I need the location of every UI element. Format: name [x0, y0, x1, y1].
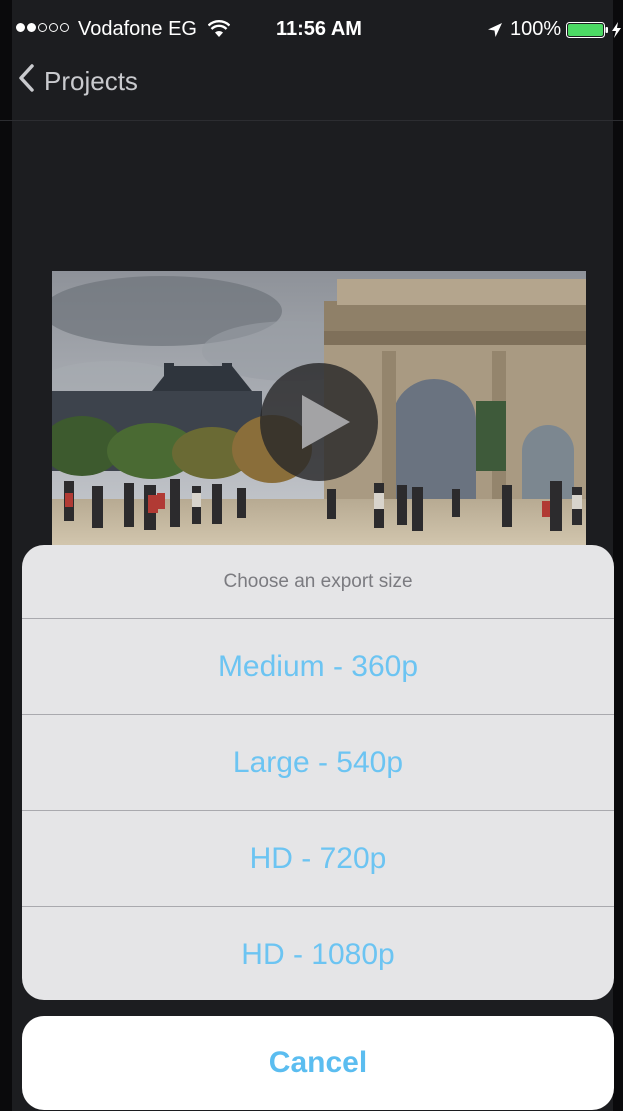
chevron-left-icon [18, 64, 34, 99]
signal-strength-icon [16, 23, 69, 32]
action-sheet-title: Choose an export size [22, 545, 614, 619]
status-bar: Vodafone EG 11:56 AM 100% [0, 0, 623, 44]
cancel-button[interactable]: Cancel [22, 1016, 614, 1110]
back-button-label: Projects [44, 66, 138, 96]
export-option-medium-360p[interactable]: Medium - 360p [22, 619, 614, 715]
location-arrow-icon [487, 21, 503, 44]
signal-dot [16, 23, 25, 32]
export-size-action-sheet: Choose an export size Medium - 360p Larg… [22, 545, 614, 1000]
play-icon [302, 395, 350, 449]
export-option-hd-720p[interactable]: HD - 720p [22, 811, 614, 907]
screen: Vodafone EG 11:56 AM 100% Projects Choos… [0, 0, 623, 1111]
clock: 11:56 AM [276, 18, 362, 40]
device-edge-right [613, 0, 623, 1111]
battery-percent: 100% [510, 18, 562, 40]
export-option-hd-1080p[interactable]: HD - 1080p [22, 907, 614, 1000]
wifi-icon [207, 20, 231, 44]
back-button[interactable]: Projects [18, 64, 138, 99]
video-preview[interactable] [52, 271, 586, 546]
signal-dot [38, 23, 47, 32]
nav-bar: Projects [0, 44, 623, 121]
device-edge-left [0, 0, 12, 1111]
signal-dot [60, 23, 69, 32]
battery-charging-icon [566, 21, 623, 44]
carrier-name: Vodafone EG [78, 18, 197, 40]
export-option-large-540p[interactable]: Large - 540p [22, 715, 614, 811]
signal-dot [27, 23, 36, 32]
play-button[interactable] [260, 363, 378, 481]
signal-dot [49, 23, 58, 32]
